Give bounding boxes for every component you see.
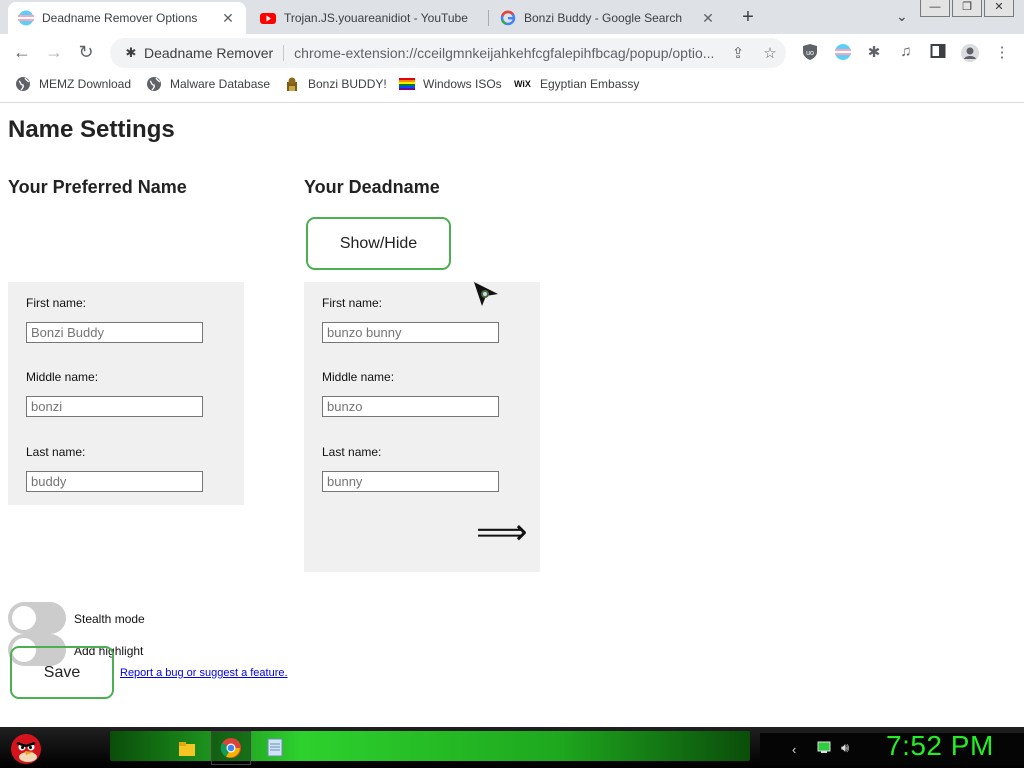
- browser-toolbar: ← → ↻ ✱ Deadname Remover chrome-extensio…: [0, 34, 1024, 72]
- minimize-button[interactable]: —: [920, 0, 950, 17]
- save-button[interactable]: Save: [10, 646, 114, 699]
- bookmarks-bar: MEMZ Download Malware Database Bonzi BUD…: [0, 72, 1024, 103]
- preferred-last-name-input[interactable]: [26, 471, 203, 492]
- wix-icon: WiX: [514, 79, 531, 89]
- svg-text:uo: uo: [806, 50, 814, 57]
- last-name-label: Last name:: [26, 445, 86, 459]
- tab-youtube[interactable]: Trojan.JS.youareanidiot - YouTube: [250, 2, 486, 34]
- tab-title: Bonzi Buddy - Google Search: [524, 11, 683, 25]
- google-icon: [500, 10, 516, 26]
- ublock-icon[interactable]: uo: [799, 43, 821, 63]
- extensions-puzzle-icon[interactable]: ✱: [863, 43, 885, 63]
- bookmark-label: Bonzi BUDDY!: [308, 77, 387, 91]
- volume-icon[interactable]: 🔊︎: [841, 740, 849, 756]
- reload-icon[interactable]: ↻: [75, 42, 97, 63]
- preferred-middle-name-input[interactable]: [26, 396, 203, 417]
- bonzi-icon: [284, 76, 300, 92]
- preferred-name-panel: First name: Middle name: Last name:: [8, 282, 244, 505]
- globe-icon: [146, 76, 162, 92]
- back-arrow-icon[interactable]: ←: [11, 42, 33, 63]
- tab-deadname-remover[interactable]: Deadname Remover Options ✕: [8, 2, 246, 34]
- bookmark-malware-database[interactable]: Malware Database: [146, 76, 270, 92]
- window-controls: — ❐ ✕: [918, 0, 1014, 17]
- profile-avatar-icon[interactable]: [959, 43, 981, 63]
- bookmark-label: MEMZ Download: [39, 77, 132, 91]
- double-arrow-icon: ⟹: [476, 511, 528, 552]
- bookmark-label: Egyptian Embassy: [540, 77, 640, 91]
- bookmark-egyptian-embassy[interactable]: WiX Egyptian Embassy: [514, 76, 639, 92]
- taskbar-clock[interactable]: 7:52 PM: [886, 730, 994, 762]
- kebab-menu-icon[interactable]: ⋮: [991, 43, 1013, 63]
- bookmark-label: Malware Database: [170, 77, 271, 91]
- star-icon[interactable]: ☆: [754, 44, 786, 62]
- close-tab-icon[interactable]: ✕: [700, 10, 716, 27]
- trans-flag-icon[interactable]: [832, 43, 854, 63]
- globe-icon: [15, 76, 31, 92]
- last-name-label: Last name:: [322, 445, 382, 459]
- bookmark-bonzi-buddy[interactable]: Bonzi BUDDY!: [284, 76, 387, 92]
- chevron-down-icon[interactable]: ⌄: [896, 8, 908, 25]
- angry-bird-start-icon[interactable]: [6, 727, 46, 767]
- show-hidden-icons-icon[interactable]: ‹: [792, 742, 796, 757]
- options-page: Name Settings Your Preferred Name Your D…: [0, 103, 1024, 727]
- rainbow-flag-icon: [399, 76, 415, 92]
- site-name: Deadname Remover: [144, 45, 285, 61]
- url-text[interactable]: chrome-extension://cceilgmnkeijahkehfcgf…: [284, 45, 722, 61]
- network-icon[interactable]: [817, 741, 831, 757]
- bookmark-memz[interactable]: MEMZ Download: [15, 76, 131, 92]
- notepad-icon[interactable]: [255, 731, 295, 765]
- taskbar: ‹ 🔊︎ 7:52 PM: [0, 727, 1024, 768]
- close-tab-icon[interactable]: ✕: [220, 10, 236, 27]
- first-name-label: First name:: [26, 296, 87, 310]
- toggle-knob: [12, 606, 36, 630]
- tab-google-search[interactable]: Bonzi Buddy - Google Search ✕: [490, 2, 726, 34]
- youtube-icon: [260, 10, 276, 26]
- bookmark-label: Windows ISOs: [423, 77, 502, 91]
- chrome-icon[interactable]: [211, 731, 251, 765]
- forward-arrow-icon[interactable]: →: [43, 42, 65, 63]
- show-hide-button[interactable]: Show/Hide: [306, 217, 451, 270]
- tab-divider: [488, 10, 489, 26]
- media-control-icon[interactable]: ♫: [895, 43, 917, 63]
- tab-strip: Deadname Remover Options ✕ Trojan.JS.you…: [0, 0, 1024, 34]
- preferred-name-heading: Your Preferred Name: [8, 177, 187, 197]
- bookmark-windows-isos[interactable]: Windows ISOs: [399, 76, 502, 92]
- file-explorer-icon[interactable]: [167, 731, 207, 765]
- mouse-cursor-icon: [472, 280, 500, 308]
- page-title: Name Settings: [8, 116, 175, 143]
- side-panel-icon[interactable]: [927, 43, 949, 63]
- trans-flag-icon: [18, 10, 34, 26]
- deadname-heading: Your Deadname: [304, 177, 440, 197]
- tab-title: Trojan.JS.youareanidiot - YouTube: [284, 11, 468, 25]
- report-bug-link[interactable]: Report a bug or suggest a feature.: [120, 667, 288, 679]
- middle-name-label: Middle name:: [322, 370, 395, 384]
- puzzle-icon: ✱: [125, 45, 137, 60]
- stealth-mode-toggle[interactable]: [8, 602, 66, 634]
- deadname-last-name-input[interactable]: [322, 471, 499, 492]
- preferred-first-name-input[interactable]: [26, 322, 203, 343]
- tab-title: Deadname Remover Options: [42, 11, 198, 25]
- close-window-button[interactable]: ✕: [984, 0, 1014, 17]
- deadname-middle-name-input[interactable]: [322, 396, 499, 417]
- first-name-label: First name:: [322, 296, 383, 310]
- share-icon[interactable]: ⇪: [722, 44, 754, 62]
- stealth-mode-label: Stealth mode: [74, 612, 145, 626]
- restore-button[interactable]: ❐: [952, 0, 982, 17]
- new-tab-button[interactable]: +: [738, 6, 758, 29]
- deadname-panel: First name: Middle name: Last name: ⟹: [304, 282, 540, 572]
- middle-name-label: Middle name:: [26, 370, 99, 384]
- address-bar[interactable]: ✱ Deadname Remover chrome-extension://cc…: [110, 38, 786, 68]
- deadname-first-name-input[interactable]: [322, 322, 499, 343]
